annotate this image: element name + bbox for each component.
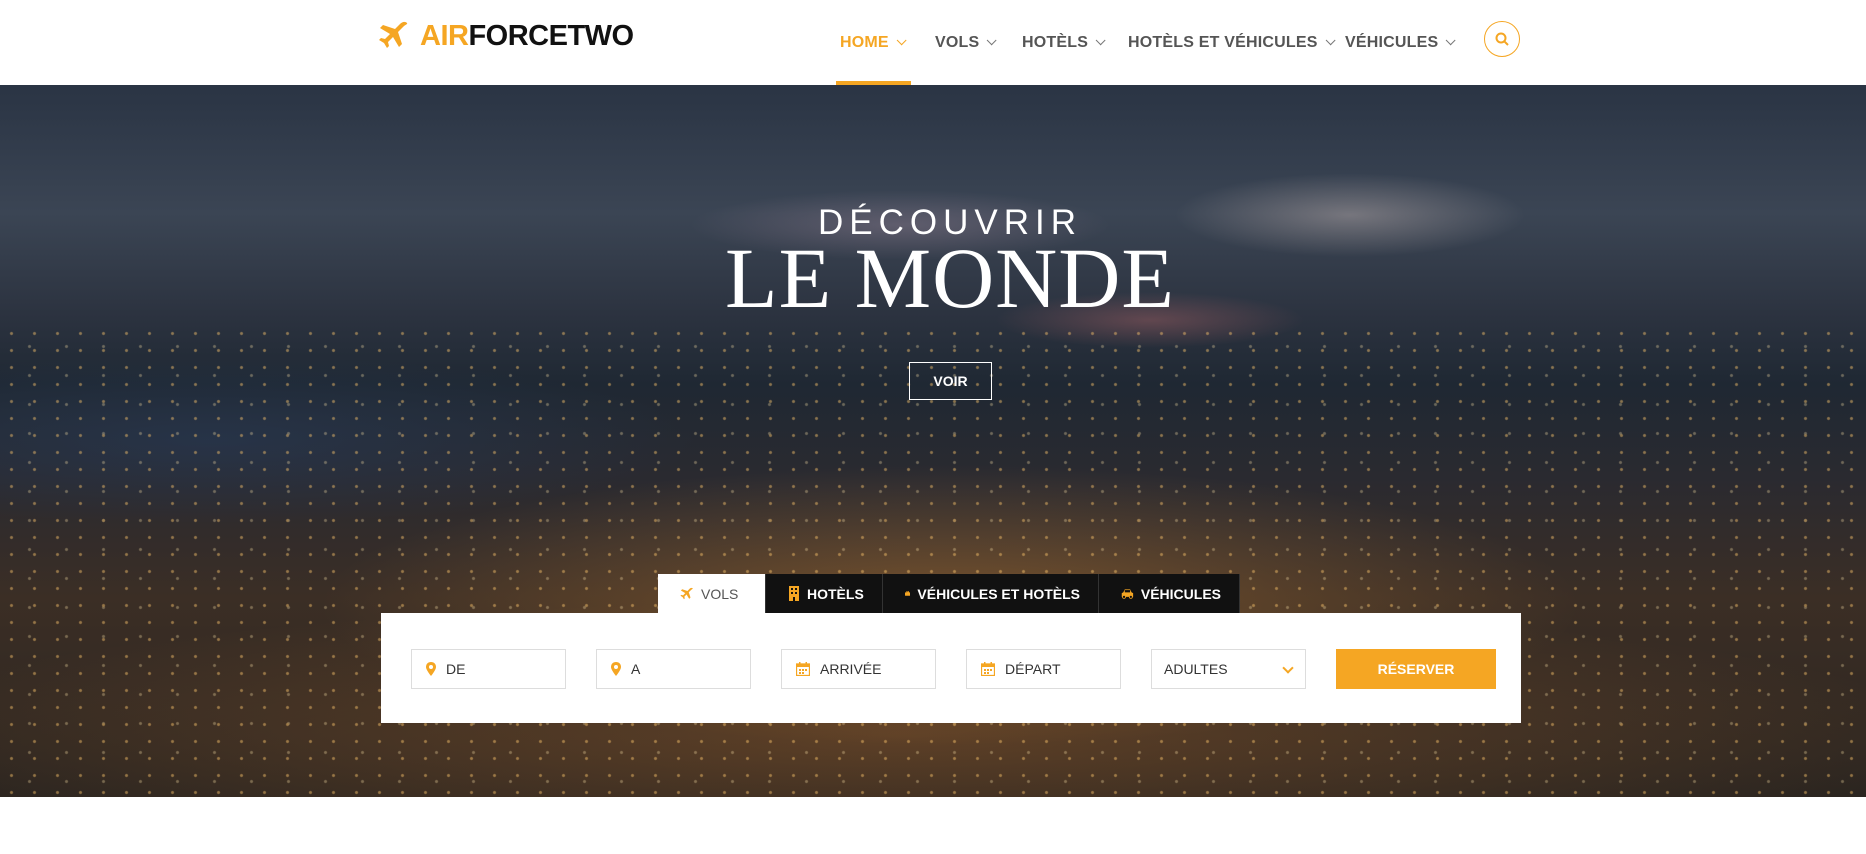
tab-label: HOTÈLS	[807, 585, 864, 602]
to-field-placeholder: A	[631, 661, 641, 677]
nav-item-label: HOTÈLS ET VÉHICULES	[1128, 33, 1318, 51]
logo-text-forcetwo: FORCETWO	[468, 19, 634, 52]
departure-date-placeholder: DÉPART	[1005, 661, 1061, 677]
from-field-placeholder: DE	[446, 661, 466, 677]
to-field[interactable]: A	[596, 649, 751, 689]
search-icon	[1495, 32, 1509, 46]
tab-vehicules[interactable]: VÉHICULES	[1099, 574, 1240, 613]
suitcase-icon	[905, 591, 911, 596]
reserve-button[interactable]: RÉSERVER	[1336, 649, 1496, 689]
chevron-down-icon	[1325, 35, 1336, 46]
search-button[interactable]	[1484, 21, 1520, 57]
chevron-down-icon	[1282, 662, 1294, 674]
nav-item-label: VOLS	[935, 33, 980, 51]
chevron-down-icon	[1095, 35, 1106, 46]
site-header: AIRFORCETWO HOME VOLS HOTÈLS HOTÈLS ET V…	[0, 0, 1866, 85]
departure-date-field[interactable]: DÉPART	[966, 649, 1121, 689]
chevron-down-icon	[987, 35, 997, 46]
car-icon	[1121, 589, 1134, 599]
plane-logo-icon	[379, 21, 408, 48]
chevron-down-icon	[896, 35, 907, 46]
hotel-icon	[789, 586, 799, 601]
adults-select-value: ADULTES	[1164, 661, 1228, 677]
nav-item-vols[interactable]: VOLS	[935, 0, 997, 85]
adults-select[interactable]: ADULTES	[1151, 649, 1306, 689]
logo-text-air: AIR	[420, 19, 469, 52]
hero-banner: DÉCOUVRIR LE MONDE VOIR VOLS HOTÈLS VÉHI…	[0, 85, 1866, 797]
chevron-down-icon	[1446, 35, 1456, 46]
nav-item-label: HOME	[840, 33, 889, 51]
tab-label: VOLS	[701, 585, 739, 602]
nav-item-label: VÉHICULES	[1345, 33, 1439, 51]
logo-text: AIRFORCETWO	[420, 20, 634, 53]
booking-tabs: VOLS HOTÈLS VÉHICULES ET HOTÈLS VÉHICULE…	[658, 574, 1240, 613]
voir-button[interactable]: VOIR	[909, 362, 992, 400]
logo[interactable]: AIRFORCETWO	[378, 18, 634, 54]
arrival-date-placeholder: ARRIVÉE	[820, 661, 882, 677]
tab-vols[interactable]: VOLS	[658, 574, 766, 613]
nav-item-hotels-et-vehicules[interactable]: HOTÈLS ET VÉHICULES	[1128, 0, 1336, 85]
calendar-icon	[981, 662, 995, 676]
hero-title: LE MONDE	[725, 230, 1175, 326]
tab-label: VÉHICULES ET HOTÈLS	[917, 585, 1080, 602]
plane-icon	[680, 587, 693, 599]
tab-vehicules-et-hotels[interactable]: VÉHICULES ET HOTÈLS	[883, 574, 1099, 613]
nav-item-home[interactable]: HOME	[840, 0, 907, 85]
map-pin-icon	[426, 662, 436, 676]
booking-form: DE A ARRIVÉE DÉPART ADULTES RÉSERVER	[381, 613, 1521, 723]
arrival-date-field[interactable]: ARRIVÉE	[781, 649, 936, 689]
nav-item-vehicules[interactable]: VÉHICULES	[1345, 0, 1456, 85]
map-pin-icon	[611, 662, 621, 676]
nav-item-hotels[interactable]: HOTÈLS	[1022, 0, 1106, 85]
tab-label: VÉHICULES	[1140, 585, 1221, 602]
nav-item-label: HOTÈLS	[1022, 33, 1089, 51]
tab-hotels[interactable]: HOTÈLS	[766, 574, 883, 613]
from-field[interactable]: DE	[411, 649, 566, 689]
calendar-icon	[796, 662, 810, 676]
